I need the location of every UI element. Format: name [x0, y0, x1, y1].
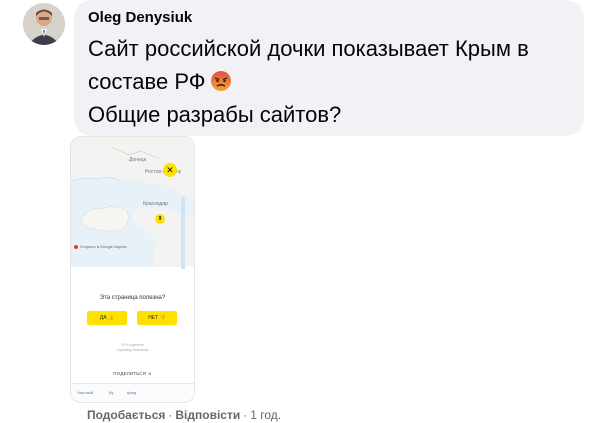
- map-zoom-slider[interactable]: [181, 197, 185, 269]
- map-pin-cluster[interactable]: 9: [155, 214, 165, 224]
- bottom-tab-2[interactable]: Бу: [109, 390, 114, 395]
- map-label-top: Донецк: [129, 157, 146, 163]
- map-pin-close[interactable]: ✕: [163, 163, 177, 177]
- attached-screenshot[interactable]: Донецк Ростов-на-Дону Краснодар ✕ 9 Откр…: [71, 137, 194, 402]
- share-link[interactable]: ПОДЕЛИТЬСЯ ⋖: [71, 371, 194, 377]
- bottom-tab-1[interactable]: Частный: [77, 390, 93, 395]
- map-area: Донецк Ростов-на-Дону Краснодар ✕ 9 Откр…: [71, 137, 194, 269]
- comment-line-3: Общие разрабы сайтов?: [88, 102, 342, 127]
- feedback-note: 97% оценили страницу полезной: [116, 343, 149, 352]
- angry-face-emoji-icon: [210, 68, 232, 91]
- comment-actions: Подобається · Відповісти · 1 год.: [87, 408, 281, 422]
- avatar-photo: [23, 3, 65, 45]
- share-icon: ⋖: [147, 371, 152, 376]
- map-label-mid: Краснодар: [143, 201, 168, 207]
- avatar[interactable]: [23, 3, 65, 45]
- comment-line-1: Сайт российской дочки показывает Крым в: [88, 36, 529, 61]
- feedback-panel: Эта страница полезна? ДА 👍 НЕТ 👎 97% оце…: [71, 287, 194, 382]
- reply-link[interactable]: Відповісти: [175, 408, 240, 422]
- separator: ·: [243, 408, 248, 422]
- feedback-question: Эта страница полезна?: [99, 295, 166, 301]
- comment-bubble: Oleg Denysiuk Сайт российской дочки пока…: [74, 0, 584, 136]
- comment-timestamp[interactable]: 1 год.: [250, 408, 281, 422]
- feedback-no-button[interactable]: НЕТ 👎: [137, 311, 177, 325]
- comment-line-2: составе РФ: [88, 65, 572, 98]
- comment-author[interactable]: Oleg Denysiuk: [88, 9, 192, 26]
- comment-text: Сайт российской дочки показывает Крым в …: [88, 32, 572, 131]
- bottom-tab-3[interactable]: Кред: [127, 390, 136, 395]
- feedback-yes-button[interactable]: ДА 👍: [87, 311, 127, 325]
- google-maps-badge[interactable]: Открыть в Google Картах: [74, 244, 127, 249]
- like-link[interactable]: Подобається: [87, 408, 165, 422]
- separator: ·: [168, 408, 173, 422]
- bottom-tab-bar: Частный Бу Кред: [71, 383, 194, 402]
- map-marker-icon: [74, 244, 78, 249]
